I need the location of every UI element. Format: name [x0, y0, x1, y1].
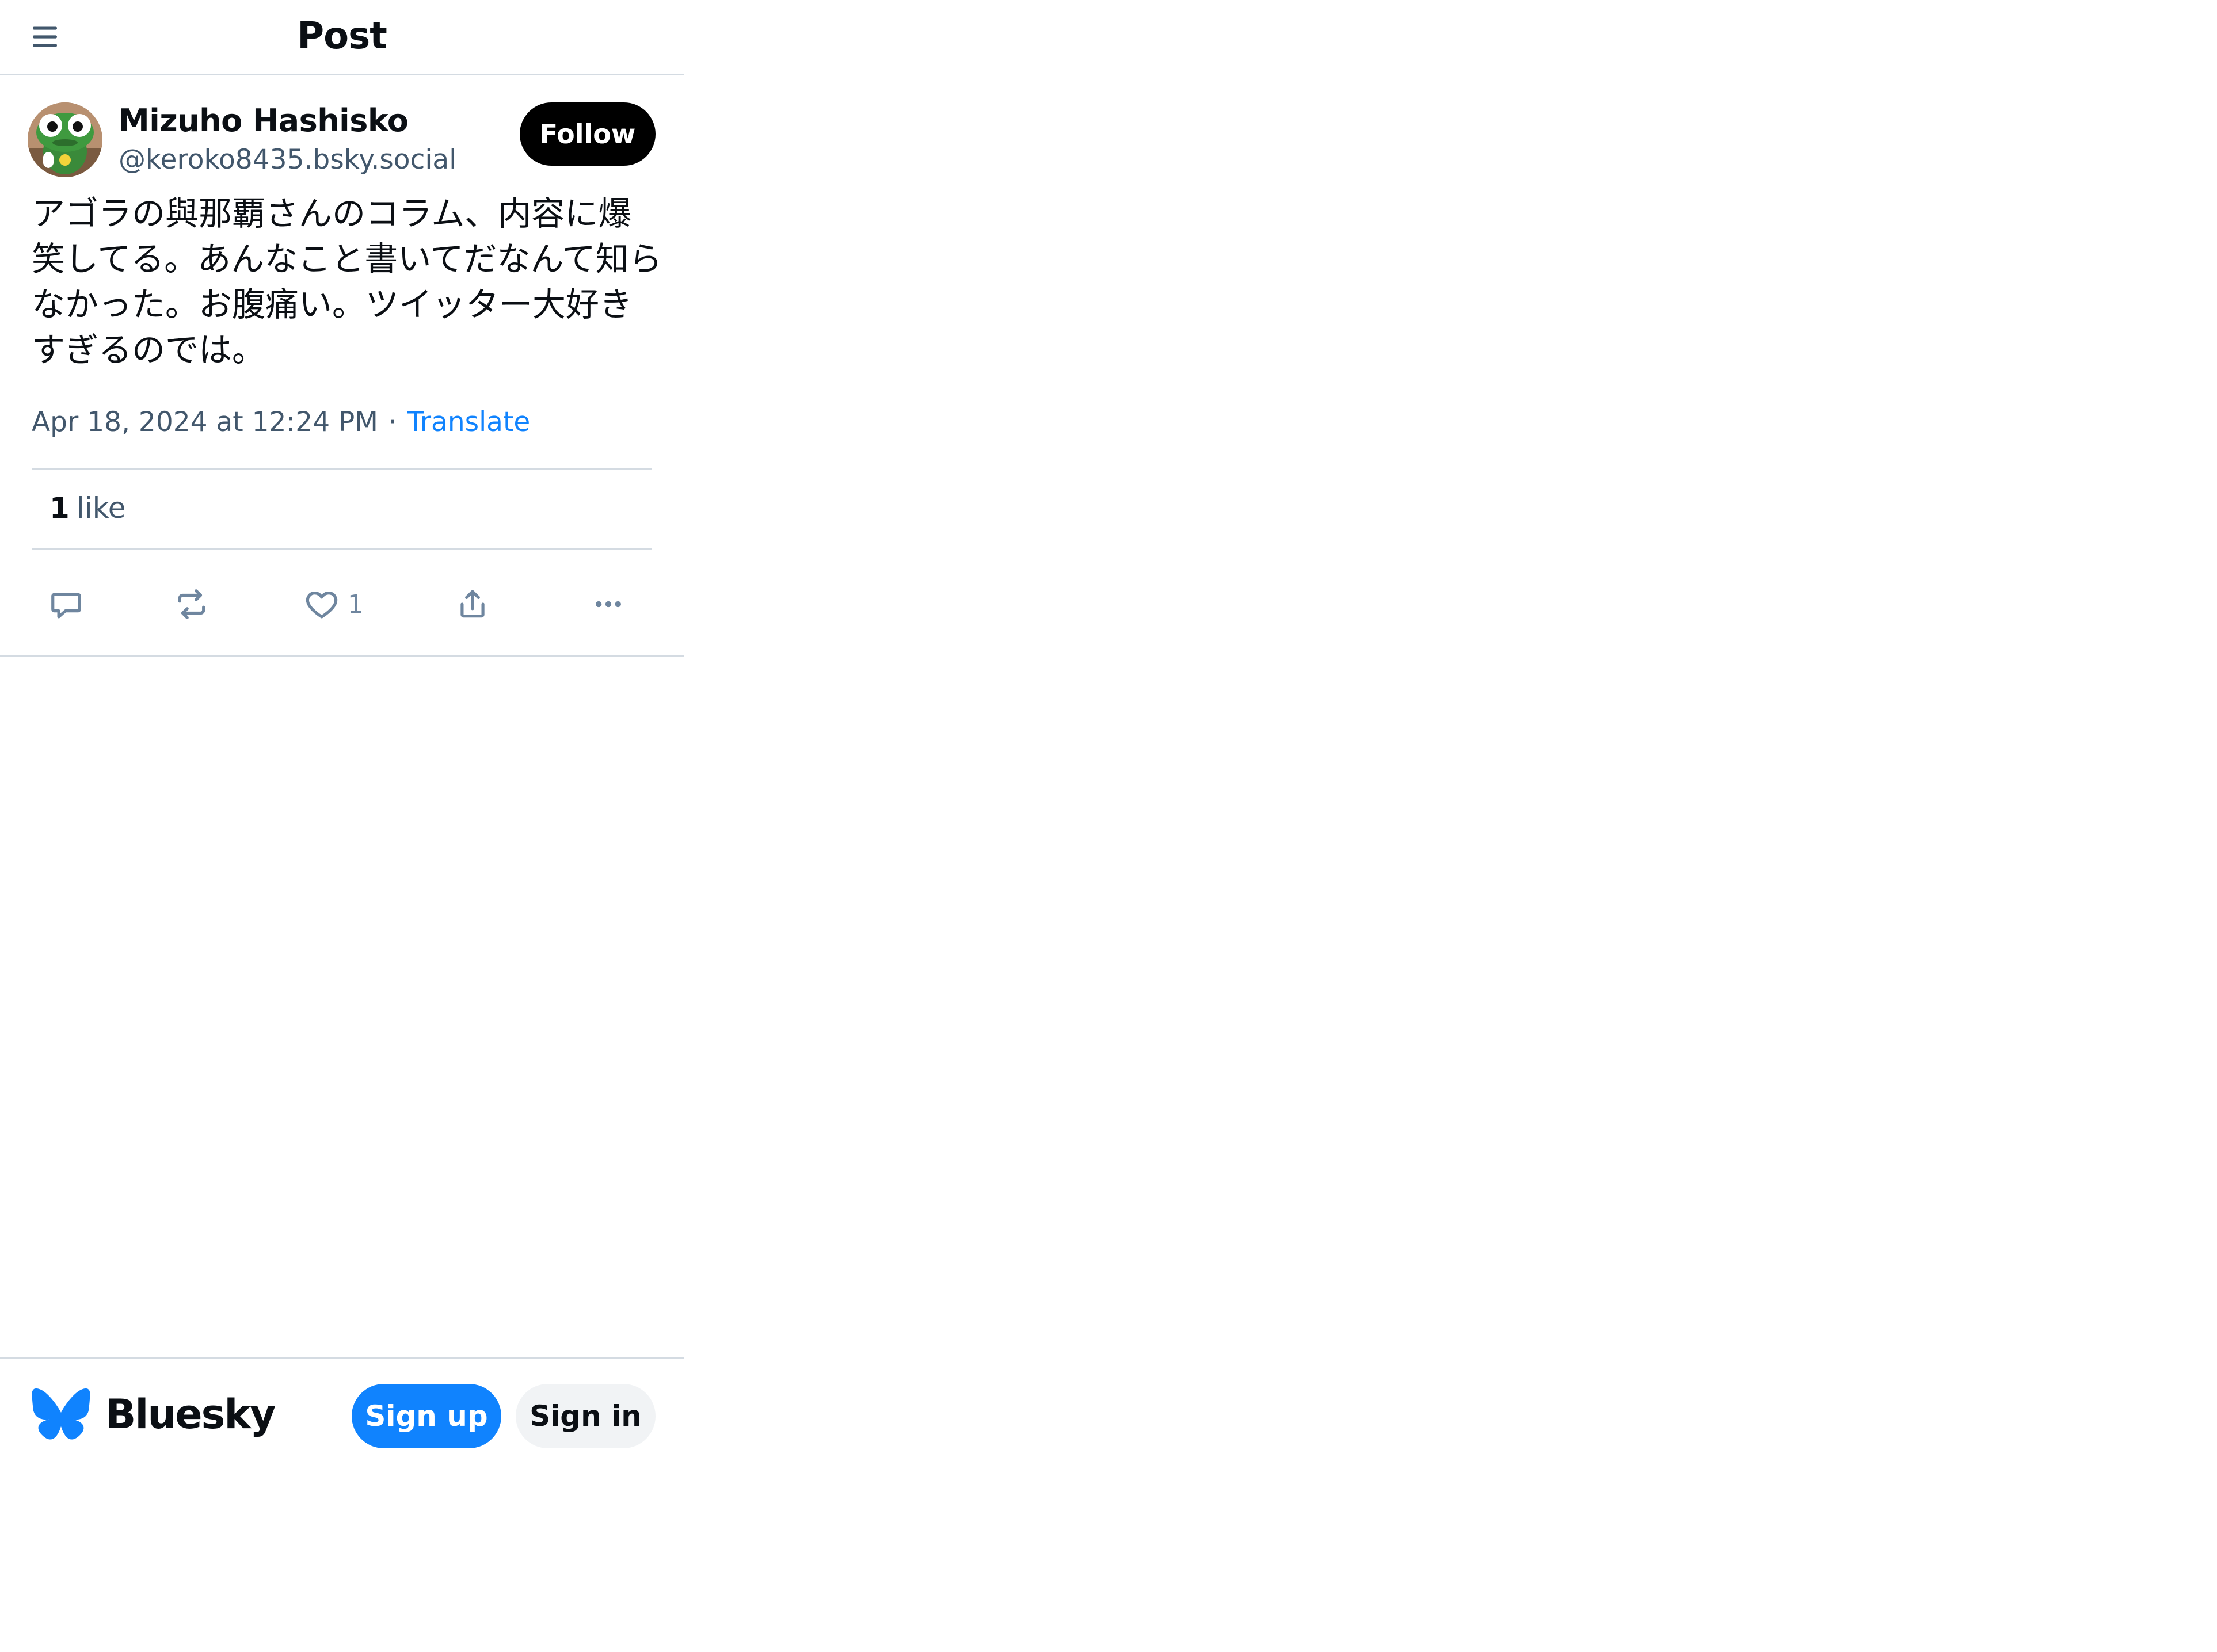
frog-character-avatar	[28, 102, 102, 177]
heart-icon	[306, 592, 338, 619]
sign-in-button[interactable]: Sign in	[516, 1384, 656, 1448]
top-bar: Post	[0, 0, 684, 75]
divider	[32, 468, 652, 470]
main-column: Post Mizuho Hashisko @keroko8435.bsky.so…	[0, 0, 684, 1652]
sign-up-button[interactable]: Sign up	[352, 1384, 501, 1448]
share-icon	[460, 590, 485, 618]
like-count-label: like	[76, 491, 126, 525]
reply-icon	[51, 593, 81, 619]
author-handle[interactable]: @keroko8435.bsky.social	[119, 144, 456, 175]
butterfly-logo-icon	[32, 1388, 90, 1440]
like-count-summary[interactable]: 1 like	[49, 491, 126, 525]
like-count-number: 1	[49, 491, 70, 525]
post-timestamp: Apr 18, 2024 at 12:24 PM	[32, 406, 378, 438]
app-root: Post Mizuho Hashisko @keroko8435.bsky.so…	[0, 0, 2217, 1652]
bottom-bar: Bluesky Sign up Sign in	[0, 1357, 684, 1451]
post-text: アゴラの與那覇さんのコラム、内容に爆笑してる。あんなこと書いてだなんて知らなかっ…	[32, 194, 662, 369]
bluesky-brand[interactable]: Bluesky	[32, 1388, 276, 1440]
reply-button[interactable]	[48, 575, 84, 633]
author-display-name[interactable]: Mizuho Hashisko	[119, 102, 409, 139]
like-button[interactable]: 1	[304, 575, 364, 633]
more-options-button[interactable]	[591, 575, 626, 633]
avatar[interactable]	[28, 102, 102, 177]
page-title: Post	[297, 15, 387, 58]
like-action-count: 1	[348, 589, 364, 619]
divider	[32, 548, 652, 550]
repost-button[interactable]	[174, 575, 209, 633]
follow-button[interactable]: Follow	[520, 102, 656, 166]
brand-name: Bluesky	[105, 1391, 276, 1438]
post-bottom-border	[0, 655, 684, 657]
post-meta: Apr 18, 2024 at 12:24 PM · Translate	[32, 406, 530, 438]
more-icon	[596, 601, 621, 608]
share-button[interactable]	[455, 575, 490, 633]
meta-separator: ·	[388, 406, 397, 438]
post-actions: 1	[0, 575, 684, 633]
translate-link[interactable]: Translate	[407, 406, 530, 438]
repost-icon	[178, 589, 205, 619]
